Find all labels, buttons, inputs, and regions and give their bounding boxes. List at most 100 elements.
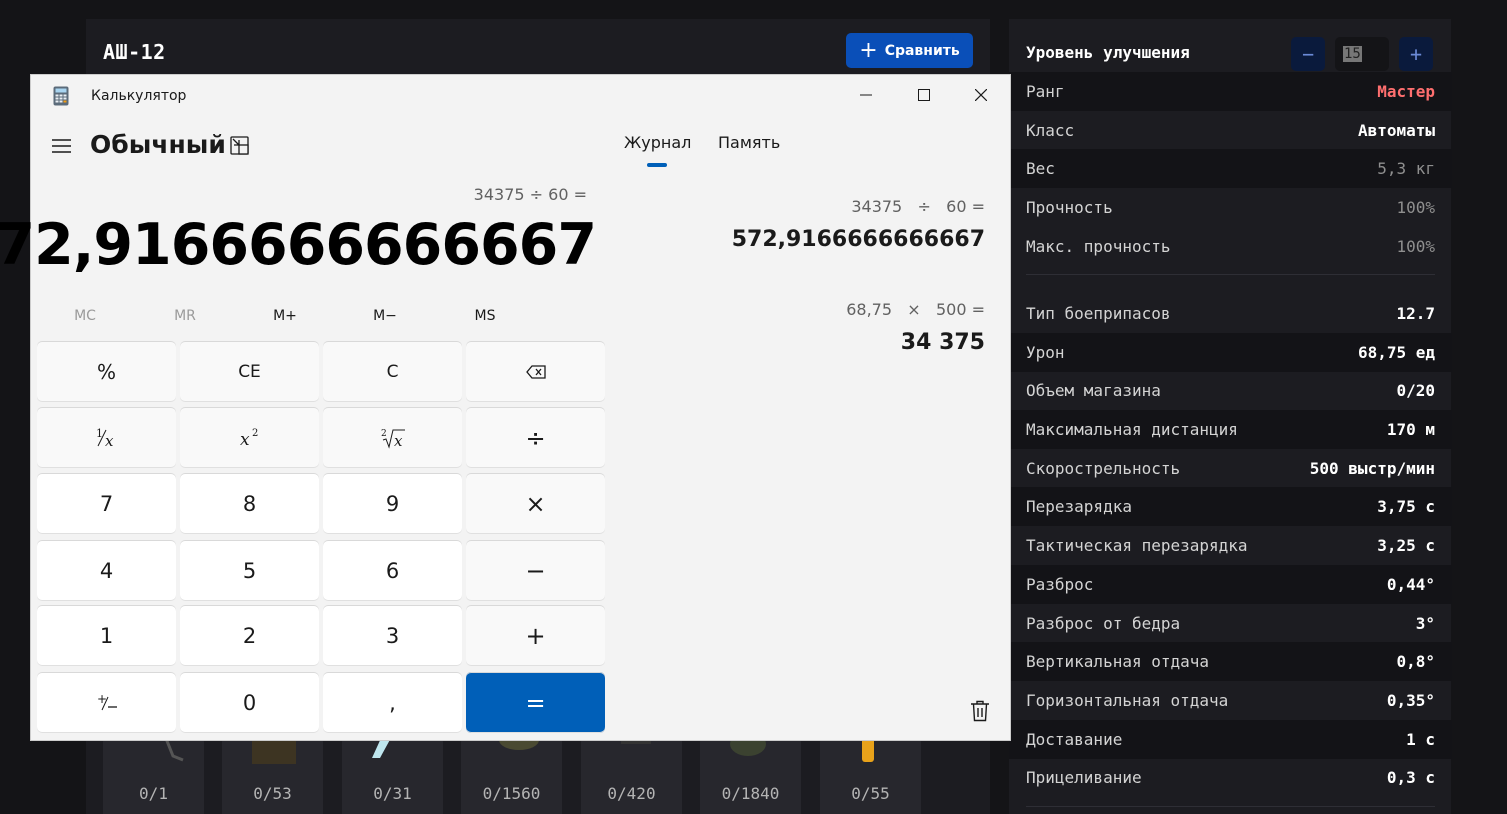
stat-row: Класс Автоматы [1026, 121, 1435, 140]
minus-icon: − [1301, 42, 1315, 66]
digit-0-button[interactable]: 0 [180, 672, 319, 733]
digit-5-button[interactable]: 5 [180, 540, 319, 601]
ammo-image [581, 736, 682, 776]
digit-3-button[interactable]: 3 [323, 605, 462, 666]
history-result[interactable]: 572,9166666666667 [732, 227, 985, 252]
maximize-button[interactable] [895, 75, 953, 115]
square-root-button[interactable]: 2 x [323, 407, 462, 468]
ammo-slot[interactable]: 0/53 [222, 736, 323, 814]
ammo-image [700, 736, 801, 776]
minimize-icon [860, 94, 872, 96]
digit-9-button[interactable]: 9 [323, 473, 462, 534]
tab-history[interactable]: Журнал [624, 133, 691, 152]
stat-row: Тип боеприпасов 12.7 [1026, 304, 1435, 323]
compare-button[interactable]: + Сравнить [846, 33, 973, 68]
stat-row: Тактическая перезарядка 3,25 с [1026, 536, 1435, 555]
equals-button[interactable]: = [466, 672, 605, 733]
square-root-icon: 2 x [381, 429, 405, 449]
memory-subtract-button[interactable]: M− [335, 308, 435, 324]
negate-button[interactable]: + [37, 672, 176, 733]
ammo-count: 0/420 [607, 784, 656, 803]
ammo-image [103, 736, 204, 776]
stat-row: Разброс 0,44° [1009, 565, 1452, 604]
stat-row: Прочность 100% [1026, 198, 1435, 217]
ammo-image [342, 736, 443, 776]
menu-icon[interactable] [52, 139, 71, 153]
svg-text:2: 2 [381, 429, 387, 439]
history-result[interactable]: 34 375 [901, 330, 985, 355]
decimal-button[interactable]: , [323, 672, 462, 733]
digit-6-button[interactable]: 6 [323, 540, 462, 601]
ammo-count: 0/1 [139, 784, 168, 803]
svg-text:x: x [240, 430, 250, 449]
maximize-icon [918, 89, 930, 101]
ammo-count: 0/53 [253, 784, 292, 803]
ammo-slot[interactable]: 0/1840 [700, 736, 801, 814]
clear-entry-button[interactable]: CE [180, 341, 319, 402]
delete-history-icon[interactable] [970, 700, 990, 722]
upgrade-level-title: Уровень улучшения [1026, 43, 1190, 62]
compare-button-label: Сравнить [884, 42, 960, 59]
svg-text:x: x [394, 432, 403, 449]
close-icon [975, 89, 987, 101]
ammo-slot[interactable]: 0/1560 [461, 736, 562, 814]
ammo-slot[interactable]: 0/1 [103, 736, 204, 814]
stat-row: Ранг Мастер [1009, 72, 1452, 111]
divider [1026, 806, 1435, 807]
stat-row: Объем магазина 0/20 [1026, 381, 1435, 400]
tab-memory[interactable]: Память [718, 133, 780, 152]
multiply-button[interactable]: × [466, 473, 605, 534]
stat-row: Разброс от бедра 3° [1026, 614, 1435, 633]
memory-recall-button[interactable]: MR [135, 308, 235, 324]
keep-on-top-icon[interactable] [230, 136, 250, 156]
calculator-mode-title: Обычный [90, 130, 226, 159]
history-expression[interactable]: 34375 ÷ 60 = [851, 197, 985, 216]
square-icon: x 2 [240, 428, 258, 449]
expression-display: 34375 ÷ 60 = [473, 185, 587, 204]
stat-row: Доставание 1 с [1009, 720, 1452, 759]
tab-active-indicator [647, 163, 667, 167]
plus-icon: + [1409, 42, 1423, 66]
digit-2-button[interactable]: 2 [180, 605, 319, 666]
minimize-button[interactable] [837, 75, 895, 115]
digit-8-button[interactable]: 8 [180, 473, 319, 534]
stat-row: Вес 5,3 кг [1009, 149, 1452, 188]
history-expression[interactable]: 68,75 × 500 = [846, 300, 985, 319]
ammo-slot[interactable]: 0/31 [342, 736, 443, 814]
close-button[interactable] [952, 75, 1010, 115]
calculator-app-icon [53, 86, 69, 106]
ammo-count: 0/1560 [482, 784, 541, 803]
plus-icon: + [859, 37, 878, 63]
increase-level-button[interactable]: + [1399, 37, 1433, 71]
plus-button[interactable]: + [466, 605, 605, 666]
stat-row: Горизонтальная отдача 0,35° [1026, 691, 1435, 710]
backspace-button[interactable] [466, 341, 605, 402]
memory-store-button[interactable]: MS [435, 308, 535, 324]
stat-row: Максимальная дистанция 170 м [1009, 410, 1452, 449]
stat-row: Перезарядка 3,75 с [1009, 487, 1452, 526]
square-button[interactable]: x 2 [180, 407, 319, 468]
decrease-level-button[interactable]: − [1291, 37, 1325, 71]
minus-button[interactable]: − [466, 540, 605, 601]
divider [1026, 274, 1435, 275]
ammo-slot[interactable]: 0/420 [581, 736, 682, 814]
memory-clear-button[interactable]: MC [35, 308, 135, 324]
ammo-slot[interactable]: 0/55 [820, 736, 921, 814]
stat-row: Скорострельность 500 выстр/мин [1026, 459, 1435, 478]
reciprocal-button[interactable]: 1 x [37, 407, 176, 468]
svg-text:+: + [97, 692, 107, 706]
result-display: 572,9166666666667 [0, 212, 597, 278]
divide-button[interactable]: ÷ [466, 407, 605, 468]
stat-row: Урон 68,75 ед [1009, 333, 1452, 372]
memory-add-button[interactable]: M+ [235, 308, 335, 324]
ammo-image [222, 736, 323, 776]
digit-7-button[interactable]: 7 [37, 473, 176, 534]
digit-1-button[interactable]: 1 [37, 605, 176, 666]
calculator-window: Калькулятор Обычный Журнал Память 34375 … [0, 75, 1010, 740]
rank-value: Мастер [1377, 82, 1435, 101]
ammo-count: 0/55 [851, 784, 890, 803]
upgrade-level-input[interactable]: 15 [1335, 37, 1389, 71]
digit-4-button[interactable]: 4 [37, 540, 176, 601]
percent-button[interactable]: % [37, 341, 176, 402]
clear-button[interactable]: C [323, 341, 462, 402]
